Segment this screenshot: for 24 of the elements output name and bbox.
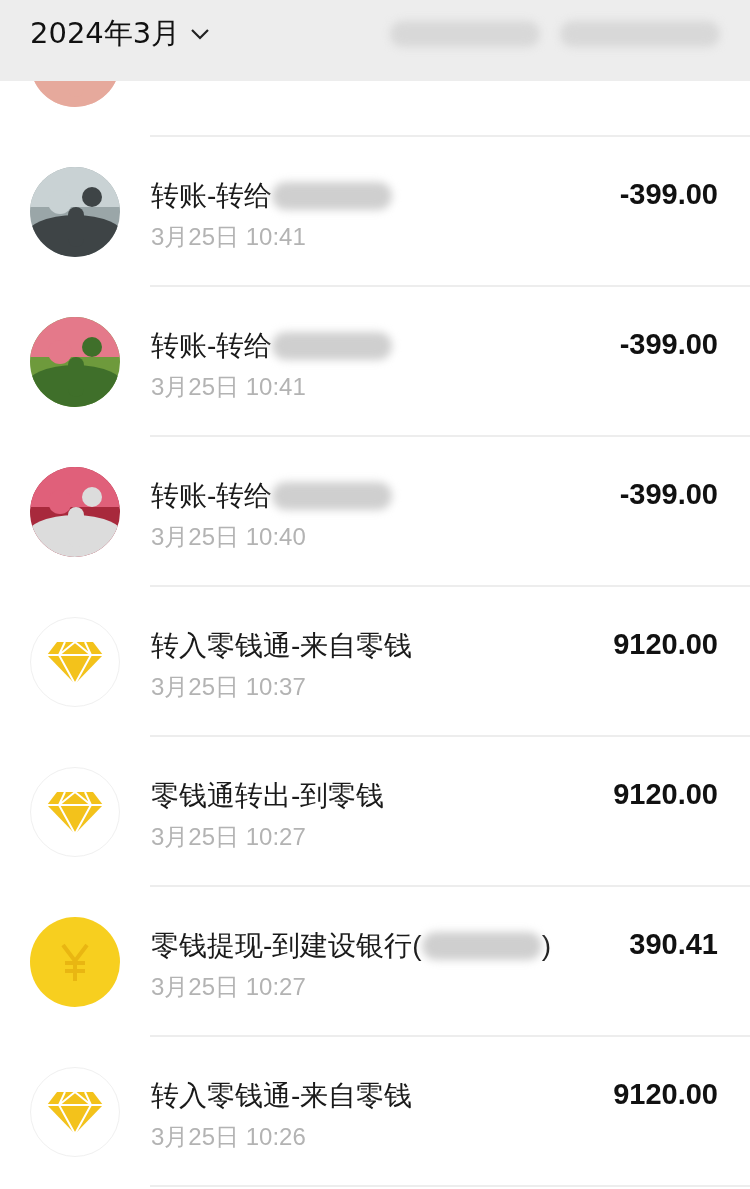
transaction-title: 零钱通转出-到零钱 <box>151 779 385 813</box>
transaction-amount: 9120.00 <box>613 1077 718 1112</box>
transaction-amount: 9120.00 <box>613 777 718 812</box>
chevron-down-icon <box>190 28 211 40</box>
transaction-amount: -399.00 <box>619 327 718 362</box>
transaction-title: 转入零钱通-来自零钱 <box>151 629 413 663</box>
transaction-title: 转账-转给 <box>151 329 273 363</box>
transaction-amount: 9120.00 <box>613 627 718 662</box>
transaction-title: ) <box>541 929 551 963</box>
transaction-time: 3月25日 10:26 <box>151 1122 307 1152</box>
transaction-time: 3月25日 10:27 <box>151 972 307 1002</box>
transaction-time: 3月25日 10:27 <box>151 822 307 852</box>
transaction-amount: -399.00 <box>619 177 718 212</box>
transaction-title: 转入零钱通-来自零钱 <box>151 1079 413 1113</box>
transaction-title: 零钱提现-到建设银行( <box>151 929 422 963</box>
month-selector[interactable]: 2024年3月 <box>30 12 211 56</box>
transaction-time: 3月25日 10:41 <box>151 222 307 252</box>
transaction-amount: 390.41 <box>629 927 718 962</box>
transaction-title: 转账-转给 <box>151 179 273 213</box>
transaction-time: 3月25日 10:37 <box>151 672 307 702</box>
transaction-time: 3月25日 10:41 <box>151 372 307 402</box>
transaction-time: 3月25日 10:40 <box>151 522 307 552</box>
transaction-amount: -399.00 <box>619 477 718 512</box>
transaction-title: 转账-转给 <box>151 479 273 513</box>
